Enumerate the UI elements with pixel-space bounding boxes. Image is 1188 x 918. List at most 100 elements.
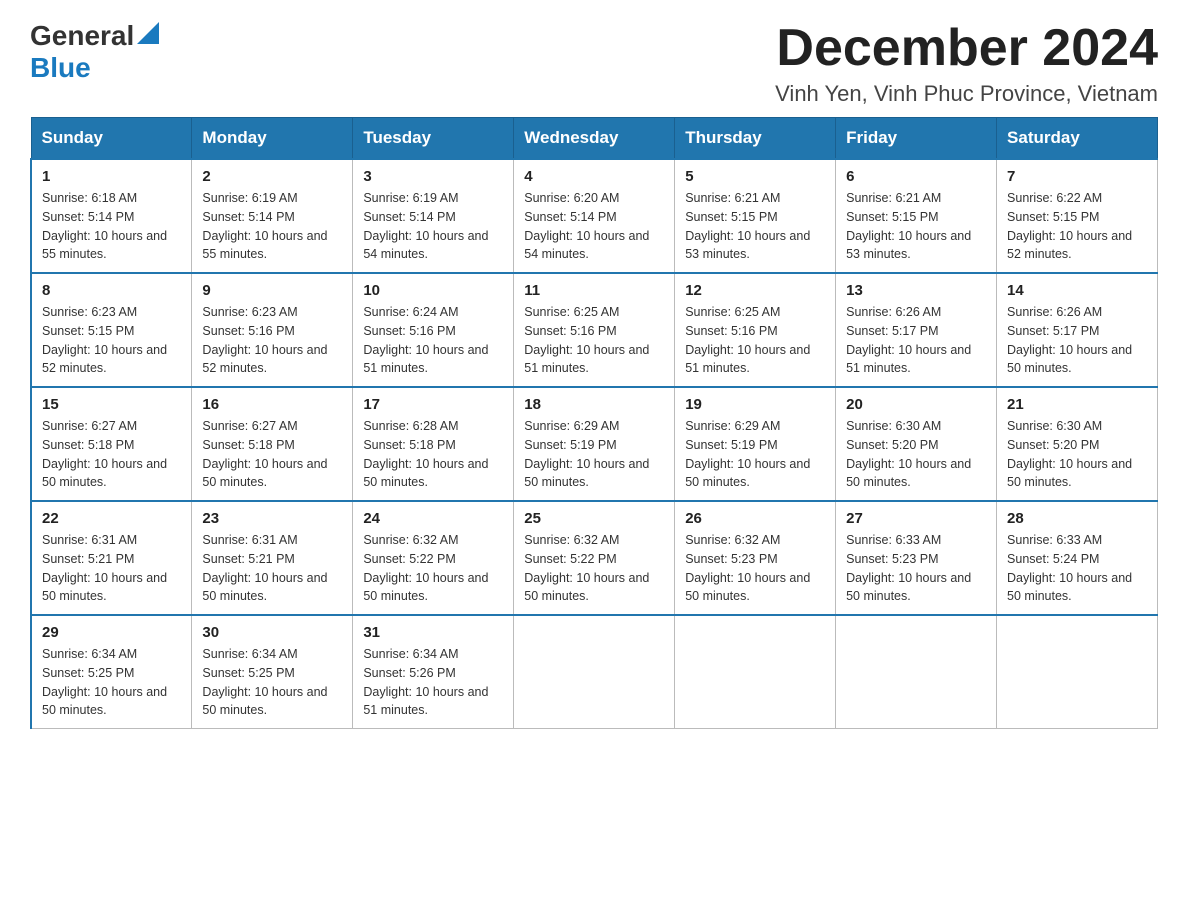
calendar-header-friday: Friday bbox=[836, 118, 997, 160]
day-info: Sunrise: 6:32 AMSunset: 5:22 PMDaylight:… bbox=[363, 531, 503, 606]
calendar-cell: 7 Sunrise: 6:22 AMSunset: 5:15 PMDaylight… bbox=[997, 159, 1158, 273]
day-number: 7 bbox=[1007, 168, 1147, 185]
day-info: Sunrise: 6:19 AMSunset: 5:14 PMDaylight:… bbox=[202, 189, 342, 264]
day-info: Sunrise: 6:26 AMSunset: 5:17 PMDaylight:… bbox=[846, 303, 986, 378]
calendar-cell: 3 Sunrise: 6:19 AMSunset: 5:14 PMDaylight… bbox=[353, 159, 514, 273]
day-number: 20 bbox=[846, 396, 986, 413]
day-info: Sunrise: 6:18 AMSunset: 5:14 PMDaylight:… bbox=[42, 189, 181, 264]
calendar-cell: 25 Sunrise: 6:32 AMSunset: 5:22 PMDayligh… bbox=[514, 501, 675, 615]
day-number: 28 bbox=[1007, 510, 1147, 527]
calendar-cell: 23 Sunrise: 6:31 AMSunset: 5:21 PMDayligh… bbox=[192, 501, 353, 615]
day-info: Sunrise: 6:23 AMSunset: 5:15 PMDaylight:… bbox=[42, 303, 181, 378]
day-number: 22 bbox=[42, 510, 181, 527]
calendar-cell bbox=[997, 615, 1158, 729]
calendar-cell: 21 Sunrise: 6:30 AMSunset: 5:20 PMDayligh… bbox=[997, 387, 1158, 501]
day-info: Sunrise: 6:34 AMSunset: 5:25 PMDaylight:… bbox=[202, 645, 342, 720]
day-info: Sunrise: 6:19 AMSunset: 5:14 PMDaylight:… bbox=[363, 189, 503, 264]
calendar-header-tuesday: Tuesday bbox=[353, 118, 514, 160]
calendar-week-row: 29Sunrise: 6:34 AMSunset: 5:25 PMDayligh… bbox=[31, 615, 1158, 729]
calendar-header-row: SundayMondayTuesdayWednesdayThursdayFrid… bbox=[31, 118, 1158, 160]
day-number: 23 bbox=[202, 510, 342, 527]
logo-general-text: General bbox=[30, 20, 134, 52]
day-number: 13 bbox=[846, 282, 986, 299]
day-info: Sunrise: 6:34 AMSunset: 5:26 PMDaylight:… bbox=[363, 645, 503, 720]
calendar-cell: 18Sunrise: 6:29 AMSunset: 5:19 PMDayligh… bbox=[514, 387, 675, 501]
logo: General Blue bbox=[30, 20, 160, 84]
day-number: 9 bbox=[202, 282, 342, 299]
day-info: Sunrise: 6:32 AMSunset: 5:22 PMDaylight:… bbox=[524, 531, 664, 606]
calendar-table: SundayMondayTuesdayWednesdayThursdayFrid… bbox=[30, 117, 1158, 729]
calendar-cell: 15 Sunrise: 6:27 AMSunset: 5:18 PMDayligh… bbox=[31, 387, 192, 501]
day-info: Sunrise: 6:29 AMSunset: 5:19 PMDaylight:… bbox=[524, 417, 664, 492]
day-number: 17 bbox=[363, 396, 503, 413]
calendar-cell: 17 Sunrise: 6:28 AMSunset: 5:18 PMDayligh… bbox=[353, 387, 514, 501]
calendar-cell: 4 Sunrise: 6:20 AMSunset: 5:14 PMDaylight… bbox=[514, 159, 675, 273]
day-info: Sunrise: 6:29 AMSunset: 5:19 PMDaylight:… bbox=[685, 417, 825, 492]
day-number: 10 bbox=[363, 282, 503, 299]
calendar-cell: 1 Sunrise: 6:18 AMSunset: 5:14 PMDaylight… bbox=[31, 159, 192, 273]
day-info: Sunrise: 6:22 AMSunset: 5:15 PMDaylight:… bbox=[1007, 189, 1147, 264]
day-number: 8 bbox=[42, 282, 181, 299]
calendar-cell: 8 Sunrise: 6:23 AMSunset: 5:15 PMDaylight… bbox=[31, 273, 192, 387]
day-info: Sunrise: 6:25 AMSunset: 5:16 PMDaylight:… bbox=[685, 303, 825, 378]
day-number: 24 bbox=[363, 510, 503, 527]
day-info: Sunrise: 6:26 AMSunset: 5:17 PMDaylight:… bbox=[1007, 303, 1147, 378]
calendar-cell: 31 Sunrise: 6:34 AMSunset: 5:26 PMDayligh… bbox=[353, 615, 514, 729]
calendar-cell: 24 Sunrise: 6:32 AMSunset: 5:22 PMDayligh… bbox=[353, 501, 514, 615]
calendar-cell: 16 Sunrise: 6:27 AMSunset: 5:18 PMDayligh… bbox=[192, 387, 353, 501]
calendar-week-row: 15 Sunrise: 6:27 AMSunset: 5:18 PMDayligh… bbox=[31, 387, 1158, 501]
day-info: Sunrise: 6:30 AMSunset: 5:20 PMDaylight:… bbox=[1007, 417, 1147, 492]
day-number: 21 bbox=[1007, 396, 1147, 413]
day-number: 31 bbox=[363, 624, 503, 641]
day-info: Sunrise: 6:28 AMSunset: 5:18 PMDaylight:… bbox=[363, 417, 503, 492]
calendar-cell bbox=[836, 615, 997, 729]
day-number: 30 bbox=[202, 624, 342, 641]
calendar-cell: 5 Sunrise: 6:21 AMSunset: 5:15 PMDaylight… bbox=[675, 159, 836, 273]
day-info: Sunrise: 6:31 AMSunset: 5:21 PMDaylight:… bbox=[202, 531, 342, 606]
day-number: 11 bbox=[524, 282, 664, 299]
page-header: General Blue December 2024 Vinh Yen, Vin… bbox=[30, 20, 1158, 107]
day-info: Sunrise: 6:25 AMSunset: 5:16 PMDaylight:… bbox=[524, 303, 664, 378]
day-number: 5 bbox=[685, 168, 825, 185]
day-number: 4 bbox=[524, 168, 664, 185]
title-area: December 2024 Vinh Yen, Vinh Phuc Provin… bbox=[775, 20, 1158, 107]
day-number: 25 bbox=[524, 510, 664, 527]
day-info: Sunrise: 6:24 AMSunset: 5:16 PMDaylight:… bbox=[363, 303, 503, 378]
calendar-cell bbox=[514, 615, 675, 729]
calendar-week-row: 8 Sunrise: 6:23 AMSunset: 5:15 PMDaylight… bbox=[31, 273, 1158, 387]
calendar-cell: 10 Sunrise: 6:24 AMSunset: 5:16 PMDayligh… bbox=[353, 273, 514, 387]
calendar-cell: 28Sunrise: 6:33 AMSunset: 5:24 PMDayligh… bbox=[997, 501, 1158, 615]
location-title: Vinh Yen, Vinh Phuc Province, Vietnam bbox=[775, 81, 1158, 107]
day-info: Sunrise: 6:27 AMSunset: 5:18 PMDaylight:… bbox=[42, 417, 181, 492]
calendar-header-thursday: Thursday bbox=[675, 118, 836, 160]
logo-blue-text: Blue bbox=[30, 52, 91, 83]
day-number: 2 bbox=[202, 168, 342, 185]
day-info: Sunrise: 6:27 AMSunset: 5:18 PMDaylight:… bbox=[202, 417, 342, 492]
calendar-header-saturday: Saturday bbox=[997, 118, 1158, 160]
calendar-header-sunday: Sunday bbox=[31, 118, 192, 160]
day-number: 12 bbox=[685, 282, 825, 299]
calendar-cell: 20Sunrise: 6:30 AMSunset: 5:20 PMDayligh… bbox=[836, 387, 997, 501]
day-info: Sunrise: 6:23 AMSunset: 5:16 PMDaylight:… bbox=[202, 303, 342, 378]
day-info: Sunrise: 6:20 AMSunset: 5:14 PMDaylight:… bbox=[524, 189, 664, 264]
day-number: 19 bbox=[685, 396, 825, 413]
day-info: Sunrise: 6:21 AMSunset: 5:15 PMDaylight:… bbox=[685, 189, 825, 264]
day-info: Sunrise: 6:34 AMSunset: 5:25 PMDaylight:… bbox=[42, 645, 181, 720]
calendar-header-monday: Monday bbox=[192, 118, 353, 160]
day-info: Sunrise: 6:31 AMSunset: 5:21 PMDaylight:… bbox=[42, 531, 181, 606]
calendar-cell: 22 Sunrise: 6:31 AMSunset: 5:21 PMDayligh… bbox=[31, 501, 192, 615]
calendar-cell: 26Sunrise: 6:32 AMSunset: 5:23 PMDayligh… bbox=[675, 501, 836, 615]
day-info: Sunrise: 6:21 AMSunset: 5:15 PMDaylight:… bbox=[846, 189, 986, 264]
logo-arrow-icon bbox=[137, 22, 159, 44]
day-number: 15 bbox=[42, 396, 181, 413]
day-number: 27 bbox=[846, 510, 986, 527]
day-number: 14 bbox=[1007, 282, 1147, 299]
day-number: 3 bbox=[363, 168, 503, 185]
calendar-cell: 6Sunrise: 6:21 AMSunset: 5:15 PMDaylight… bbox=[836, 159, 997, 273]
calendar-cell: 2 Sunrise: 6:19 AMSunset: 5:14 PMDaylight… bbox=[192, 159, 353, 273]
calendar-cell: 12 Sunrise: 6:25 AMSunset: 5:16 PMDayligh… bbox=[675, 273, 836, 387]
calendar-cell: 27Sunrise: 6:33 AMSunset: 5:23 PMDayligh… bbox=[836, 501, 997, 615]
day-number: 16 bbox=[202, 396, 342, 413]
calendar-cell: 9 Sunrise: 6:23 AMSunset: 5:16 PMDaylight… bbox=[192, 273, 353, 387]
day-number: 1 bbox=[42, 168, 181, 185]
